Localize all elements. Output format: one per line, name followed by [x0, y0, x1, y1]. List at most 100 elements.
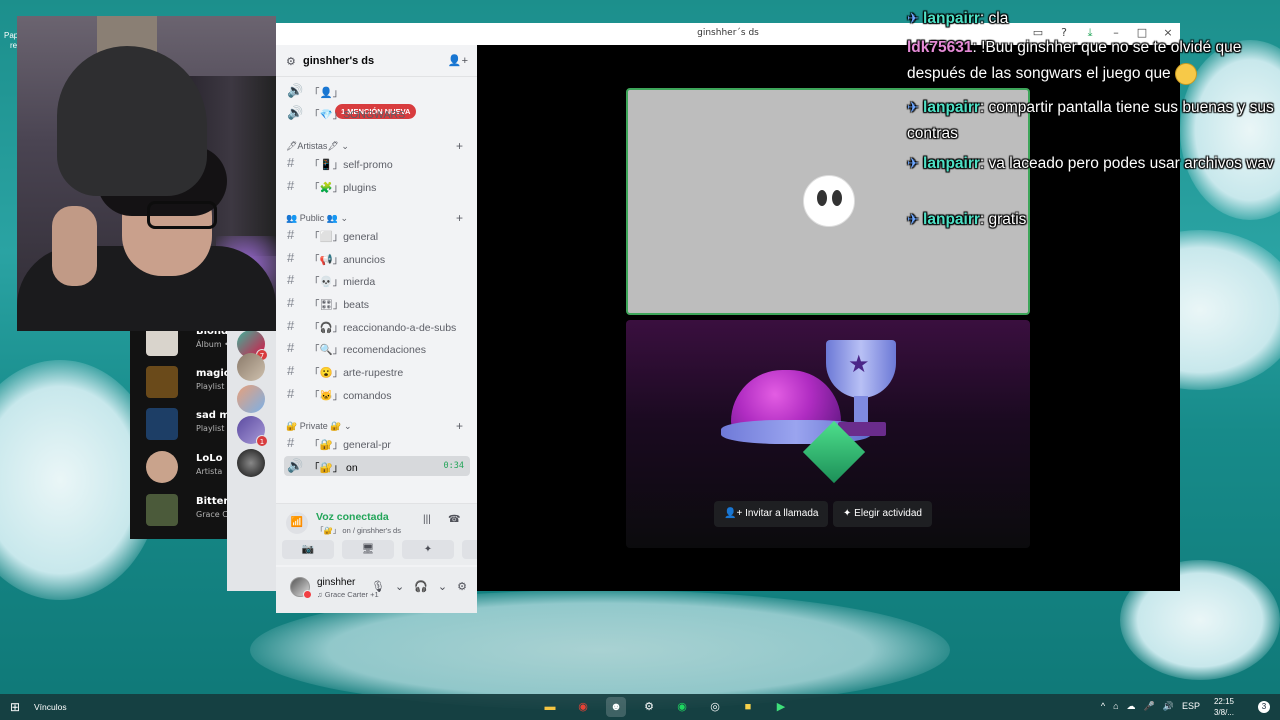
- channel-label: 「😮」arte-rupestre: [309, 367, 404, 379]
- signal-icon[interactable]: 📶: [286, 512, 308, 534]
- album-cover: [146, 494, 178, 526]
- file-explorer-icon[interactable]: ▬: [540, 697, 560, 717]
- system-clock[interactable]: 22:15 3/8/...: [1214, 696, 1234, 718]
- chevron-down-icon[interactable]: ⌄: [395, 580, 404, 593]
- chat-username: lanpairr: [923, 211, 980, 228]
- chat-message: ✈ lanpairr: gratis: [907, 206, 1280, 233]
- chat-username: lanpairr: [923, 155, 980, 172]
- button-label: Elegir actividad: [854, 508, 922, 519]
- spotify-list-item[interactable]: magic Playlist • a: [140, 364, 239, 404]
- text-channel[interactable]: # 「😮」arte-rupestre: [284, 361, 470, 381]
- sticky-notes-icon[interactable]: ■: [738, 697, 758, 717]
- spotify-icon[interactable]: ◉: [672, 697, 692, 717]
- chevron-down-icon[interactable]: ⌄: [438, 580, 447, 593]
- invite-icon[interactable]: 👤+: [448, 54, 468, 67]
- category-public[interactable]: 👥 Public 👥 ⌄ +: [286, 211, 466, 225]
- spotify-list-item[interactable]: Bitterswe Grace Cart: [140, 492, 250, 532]
- chat-username: lanpairr: [923, 99, 980, 116]
- tray-chevron-icon[interactable]: ^: [1101, 701, 1105, 712]
- chat-text: : va laceado pero podes usar archivos wa…: [979, 155, 1274, 172]
- add-person-icon: 👤+: [724, 508, 746, 519]
- channel-label: 「💀」mierda: [309, 276, 376, 288]
- spotify-list-item[interactable]: sad musi Playlist •: [140, 406, 246, 446]
- artist-avatar: [146, 451, 178, 483]
- text-channel[interactable]: # 「🎛」beats: [284, 293, 470, 313]
- item-title: LoLo: [196, 453, 223, 464]
- add-channel-icon[interactable]: +: [456, 419, 463, 433]
- disconnect-icon[interactable]: ☎: [448, 514, 460, 525]
- text-channel[interactable]: # 「📢」anuncios: [284, 248, 470, 268]
- tray-app-icon[interactable]: ⌂: [1113, 701, 1118, 712]
- star-icon: ★: [848, 350, 870, 378]
- cloud-icon[interactable]: ☁: [1127, 701, 1136, 712]
- noise-suppression-icon[interactable]: |||: [423, 514, 431, 525]
- category-private[interactable]: 🔐 Private 🔐 ⌄ +: [286, 419, 466, 433]
- obs-icon[interactable]: ◎: [705, 697, 725, 717]
- invite-to-call-button[interactable]: 👤+ Invitar a llamada: [714, 501, 829, 527]
- game-bar-icon[interactable]: ▶: [771, 697, 791, 717]
- spotify-list-item[interactable]: LoLo Artista: [140, 449, 235, 489]
- pin-icon: ✈: [907, 211, 919, 227]
- choose-activity-button[interactable]: ✦ Elegir actividad: [833, 501, 932, 527]
- channel-label: 「🐱」comandos: [309, 390, 392, 402]
- server-header[interactable]: ⚙ ginshher's ds 👤+: [276, 45, 477, 77]
- language-indicator[interactable]: ESP: [1182, 701, 1200, 712]
- microphone-icon[interactable]: 🎤: [1144, 701, 1155, 712]
- voice-status-subtitle[interactable]: 「🔐」 on / ginshher's ds: [316, 525, 401, 536]
- channel-label: 「📱」self-promo: [309, 159, 393, 171]
- text-channel[interactable]: # 「⬜」general: [284, 225, 470, 245]
- text-channel[interactable]: # 「🧩」plugins: [284, 176, 470, 196]
- server-icon[interactable]: [237, 353, 265, 381]
- text-channel[interactable]: # 「🐱」comandos: [284, 384, 470, 404]
- camera-button[interactable]: 📷: [282, 540, 334, 559]
- server-settings-icon: ⚙: [286, 56, 296, 68]
- chat-message: ✈ lanpairr: va laceado pero podes usar a…: [907, 150, 1280, 177]
- voice-status-title[interactable]: Voz conectada: [316, 511, 389, 523]
- clock-time: 22:15: [1213, 697, 1234, 706]
- windows-start-icon[interactable]: ⊞: [10, 700, 20, 714]
- playlist-cover: [146, 366, 178, 398]
- volume-icon[interactable]: 🔊: [1163, 701, 1174, 712]
- text-channel[interactable]: # 「🔍」recomendaciones: [284, 338, 470, 358]
- text-channel[interactable]: # 「📱」self-promo: [284, 153, 470, 173]
- hash-icon: #: [287, 178, 295, 193]
- spotify-window[interactable]: Blondo Álbum • F magic Playlist • a sad …: [130, 320, 250, 539]
- hash-icon: #: [287, 435, 295, 450]
- links-toolbar[interactable]: Vínculos: [34, 702, 67, 712]
- add-channel-icon[interactable]: +: [456, 139, 463, 153]
- chrome-icon[interactable]: ◉: [573, 697, 593, 717]
- username[interactable]: ginshher: [317, 577, 355, 588]
- pin-icon: ✈: [907, 10, 919, 26]
- server-name: ginshher's ds: [303, 55, 375, 67]
- notification-center-badge[interactable]: 3: [1258, 701, 1270, 713]
- text-channel[interactable]: # 「💀」mierda: [284, 270, 470, 290]
- voice-channel-active[interactable]: 🔊 「🔐」 on 0:34: [284, 456, 470, 476]
- hash-icon: #: [287, 250, 295, 265]
- clock-date: 3/8/...: [1213, 708, 1234, 717]
- screen-share-button[interactable]: 🖥: [342, 540, 394, 559]
- steam-icon[interactable]: ⚙: [639, 697, 659, 717]
- server-icon[interactable]: [237, 385, 265, 413]
- headphones-icon[interactable]: 🎧: [414, 580, 428, 593]
- voice-channel[interactable]: 🔊 「👤」: [284, 81, 470, 101]
- activities-icon: ✦: [843, 508, 855, 519]
- avatar[interactable]: [290, 577, 312, 599]
- gear-icon[interactable]: ⚙: [457, 580, 467, 593]
- channel-sidebar: ⚙ ginshher's ds 👤+ 🔊 「👤」 1 MENCIÓN NUEVA…: [276, 45, 514, 613]
- add-channel-icon[interactable]: +: [456, 211, 463, 225]
- activities-button[interactable]: ✦: [402, 540, 454, 559]
- category-artistas[interactable]: 🖋Artistas🖋 ⌄ +: [286, 139, 466, 153]
- server-icon[interactable]: [237, 449, 265, 477]
- microphone-icon[interactable]: 🎙: [371, 580, 385, 593]
- text-channel[interactable]: # 「🎧」reaccionando-a-de-subs: [284, 316, 470, 336]
- speaker-icon: 🔊: [287, 458, 304, 473]
- button-label: Invitar a llamada: [745, 508, 819, 519]
- voice-channel[interactable]: 🔊 「💎」SONGWARS: [284, 103, 470, 123]
- trophy-stem: [854, 396, 868, 422]
- text-channel[interactable]: # 「🔐」general-pr: [284, 433, 470, 453]
- chat-text: : cla: [979, 10, 1009, 27]
- discord-icon[interactable]: ☻: [606, 697, 626, 717]
- server-icon[interactable]: 1: [237, 416, 268, 447]
- activity-tile: ★ 👤+ Invitar a llamada ✦ Elegir activida…: [626, 320, 1030, 548]
- channel-label: 「🔐」 on: [309, 462, 358, 474]
